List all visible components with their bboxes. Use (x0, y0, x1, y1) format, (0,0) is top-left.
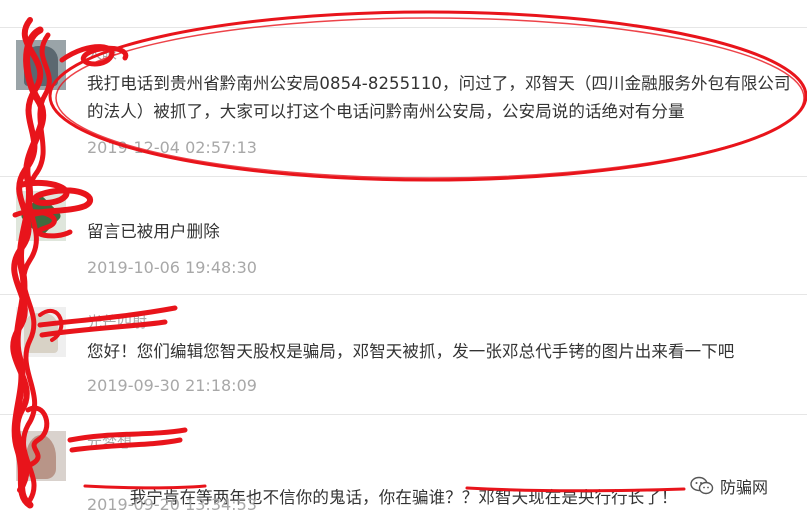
avatar[interactable] (16, 191, 66, 241)
avatar-photo-icon (24, 313, 58, 353)
avatar-plant-icon (19, 194, 63, 238)
avatar-photo-icon (24, 46, 58, 86)
avatar[interactable] (16, 431, 66, 481)
comment-text: 您好！您们编辑您智天股权是骗局，邓智天被抓，发一张邓总代手铐的图片出来看一下吧 (87, 342, 735, 361)
comment-text-segment: 邓智天现在是央行行长了 (478, 488, 661, 507)
watermark-label: 防骗网 (720, 478, 769, 497)
comment-item: 元梦想 我宁肯在等两年也不信你的鬼话，你在骗谁？？邓智天现在是央行行长了！ 20… (0, 415, 807, 519)
comment-text: 留言已被用户删除 (87, 222, 220, 241)
wechat-icon (690, 476, 714, 495)
comment-timestamp: 2019-09-30 21:18:09 (87, 376, 257, 395)
comment-list: 大眼 我打电话到贵州省黔南州公安局0854-8255110，问过了，邓智天（四川… (0, 0, 807, 519)
comment-timestamp: 2019-12-04 02:57:13 (87, 138, 257, 157)
comment-item: 大眼 我打电话到贵州省黔南州公安局0854-8255110，问过了，邓智天（四川… (0, 28, 807, 177)
comment-timestamp: 2019-10-06 19:48:30 (87, 258, 257, 277)
comment-text-segment: ！ (660, 488, 678, 507)
avatar[interactable] (16, 40, 66, 90)
comment-text: 我打电话到贵州省黔南州公安局0854-8255110，问过了，邓智天（四川金融服… (87, 74, 791, 121)
comment-nickname[interactable]: 元梦想 (87, 431, 132, 452)
comment-item: 光芒四射 您好！您们编辑您智天股权是骗局，邓智天被抓，发一张邓总代手铐的图片出来… (0, 295, 807, 415)
avatar-portrait-icon (26, 435, 56, 479)
comment-nickname[interactable]: 大眼 (87, 42, 117, 63)
comment-item: 留言已被用户删除 2019-10-06 19:48:30 (0, 177, 807, 295)
avatar[interactable] (16, 307, 66, 357)
comment-timestamp: 2019-09-20 13:34:53 (87, 495, 257, 514)
comment-page: 大眼 我打电话到贵州省黔南州公安局0854-8255110，问过了，邓智天（四川… (0, 0, 807, 519)
comment-text-segment: 也不信你的鬼话，你在骗谁？？ (245, 488, 479, 507)
watermark: 防骗网 (690, 471, 768, 501)
comment-nickname[interactable]: 光芒四射 (87, 311, 147, 332)
